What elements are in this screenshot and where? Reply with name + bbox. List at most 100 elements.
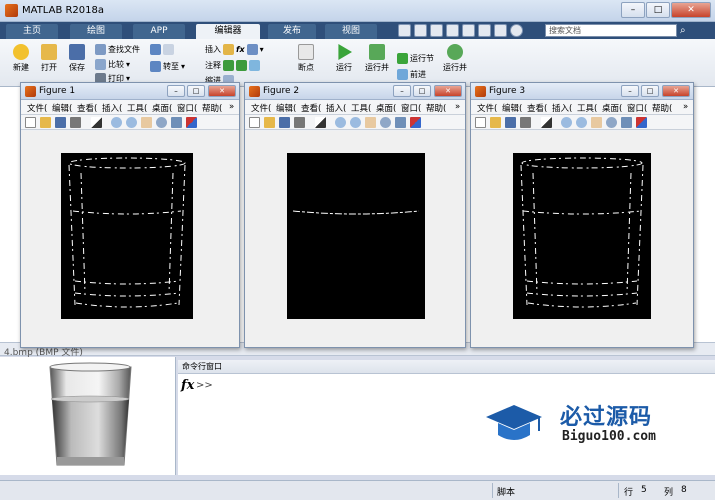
menu-window[interactable]: 窗口(	[627, 102, 647, 114]
menu-insert[interactable]: 插入(	[326, 102, 346, 114]
data-cursor-icon[interactable]	[395, 117, 406, 128]
rotate-3d-icon[interactable]	[380, 117, 391, 128]
rotate-3d-icon[interactable]	[606, 117, 617, 128]
pan-hand-icon[interactable]	[591, 117, 602, 128]
data-cursor-icon[interactable]	[621, 117, 632, 128]
minimize-button[interactable]: –	[621, 85, 639, 97]
menu-file[interactable]: 文件(	[477, 102, 497, 114]
copy-quick-icon[interactable]	[430, 24, 443, 37]
print-figure-icon[interactable]	[520, 117, 531, 128]
close-button[interactable]: ✕	[662, 85, 690, 97]
chevron-right-icon[interactable]: »	[229, 102, 234, 112]
new-figure-icon[interactable]	[249, 117, 260, 128]
menu-help[interactable]: 帮助(	[426, 102, 446, 114]
tab-home[interactable]: 主页	[6, 24, 58, 39]
menu-insert[interactable]: 插入(	[552, 102, 572, 114]
redo-quick-icon[interactable]	[478, 24, 491, 37]
menu-tools[interactable]: 工具(	[351, 102, 371, 114]
menu-desktop[interactable]: 桌面(	[602, 102, 622, 114]
minimize-button[interactable]: –	[621, 2, 645, 18]
save-figure-icon[interactable]	[279, 117, 290, 128]
tab-plots[interactable]: 绘图	[70, 24, 122, 39]
menu-edit[interactable]: 编辑(	[502, 102, 522, 114]
menu-tools[interactable]: 工具(	[577, 102, 597, 114]
menu-help[interactable]: 帮助(	[202, 102, 222, 114]
brush-icon[interactable]	[410, 117, 421, 128]
maximize-button[interactable]: □	[641, 85, 659, 97]
pointer-icon[interactable]	[541, 117, 552, 128]
run-section-button[interactable]: 运行节	[397, 53, 434, 64]
menu-edit[interactable]: 编辑(	[276, 102, 296, 114]
zoom-in-icon[interactable]	[335, 117, 346, 128]
command-prompt[interactable]: >>	[196, 380, 213, 391]
menu-view[interactable]: 查看(	[77, 102, 97, 114]
switch-windows-icon[interactable]	[494, 24, 507, 37]
save-figure-icon[interactable]	[505, 117, 516, 128]
open-file-icon[interactable]	[264, 117, 275, 128]
save-quick-icon[interactable]	[398, 24, 411, 37]
navigate-back-button[interactable]	[150, 44, 174, 55]
fx-icon[interactable]: fx	[181, 378, 194, 393]
tab-view[interactable]: 视图	[325, 24, 377, 39]
search-icon[interactable]: ⌕	[680, 24, 693, 37]
zoom-out-icon[interactable]	[576, 117, 587, 128]
pointer-icon[interactable]	[315, 117, 326, 128]
print-figure-icon[interactable]	[70, 117, 81, 128]
save-button[interactable]: 保存	[64, 44, 90, 73]
paste-quick-icon[interactable]	[446, 24, 459, 37]
menu-desktop[interactable]: 桌面(	[376, 102, 396, 114]
close-button[interactable]: ✕	[434, 85, 462, 97]
pan-hand-icon[interactable]	[141, 117, 152, 128]
maximize-button[interactable]: □	[187, 85, 205, 97]
help-icon[interactable]	[510, 24, 523, 37]
minimize-button[interactable]: –	[167, 85, 185, 97]
new-figure-icon[interactable]	[25, 117, 36, 128]
new-button[interactable]: 新建	[8, 44, 34, 73]
menu-edit[interactable]: 编辑(	[52, 102, 72, 114]
zoom-in-icon[interactable]	[561, 117, 572, 128]
maximize-button[interactable]: □	[413, 85, 431, 97]
print-figure-icon[interactable]	[294, 117, 305, 128]
zoom-out-icon[interactable]	[350, 117, 361, 128]
tab-editor[interactable]: 编辑器	[196, 24, 260, 39]
save-figure-icon[interactable]	[55, 117, 66, 128]
search-documentation-input[interactable]: 搜索文档	[545, 24, 677, 37]
menu-view[interactable]: 查看(	[527, 102, 547, 114]
pan-hand-icon[interactable]	[365, 117, 376, 128]
insert-button[interactable]: 插入 fx ▾	[205, 44, 264, 55]
menu-window[interactable]: 窗口(	[177, 102, 197, 114]
data-cursor-icon[interactable]	[171, 117, 182, 128]
new-figure-icon[interactable]	[475, 117, 486, 128]
zoom-in-icon[interactable]	[111, 117, 122, 128]
close-button[interactable]: ✕	[208, 85, 236, 97]
comment-button[interactable]: 注释	[205, 60, 260, 71]
zoom-out-icon[interactable]	[126, 117, 137, 128]
figure-2-window[interactable]: Figure 2 – □ ✕ 文件( 编辑( 查看( 插入( 工具( 桌面( 窗…	[244, 82, 466, 348]
menu-tools[interactable]: 工具(	[127, 102, 147, 114]
advance-button[interactable]: 前进	[397, 69, 426, 80]
run-and-time-button[interactable]: 运行并	[440, 44, 470, 73]
goto-button[interactable]: 转至 ▾	[150, 61, 185, 72]
find-files-button[interactable]: 查找文件	[95, 44, 140, 55]
menu-file[interactable]: 文件(	[251, 102, 271, 114]
fx-icon[interactable]: fx	[236, 45, 245, 54]
rotate-3d-icon[interactable]	[156, 117, 167, 128]
close-button[interactable]: ✕	[671, 2, 711, 18]
tab-publish[interactable]: 发布	[268, 24, 316, 39]
figure-1-window[interactable]: Figure 1 – □ ✕ 文件( 编辑( 查看( 插入( 工具( 桌面( 窗…	[20, 82, 240, 348]
menu-file[interactable]: 文件(	[27, 102, 47, 114]
open-file-icon[interactable]	[490, 117, 501, 128]
menu-insert[interactable]: 插入(	[102, 102, 122, 114]
maximize-button[interactable]: □	[646, 2, 670, 18]
figure-3-window[interactable]: Figure 3 – □ ✕ 文件( 编辑( 查看( 插入( 工具( 桌面( 窗…	[470, 82, 694, 348]
run-and-advance-button[interactable]: 运行并	[362, 44, 392, 73]
pointer-icon[interactable]	[91, 117, 102, 128]
undo-quick-icon[interactable]	[462, 24, 475, 37]
compare-button[interactable]: 比较 ▾	[95, 59, 130, 70]
cut-quick-icon[interactable]	[414, 24, 427, 37]
tab-apps[interactable]: APP	[133, 24, 185, 39]
minimize-button[interactable]: –	[393, 85, 411, 97]
menu-window[interactable]: 窗口(	[401, 102, 421, 114]
chevron-right-icon[interactable]: »	[455, 102, 460, 112]
run-button[interactable]: 运行	[330, 44, 358, 73]
